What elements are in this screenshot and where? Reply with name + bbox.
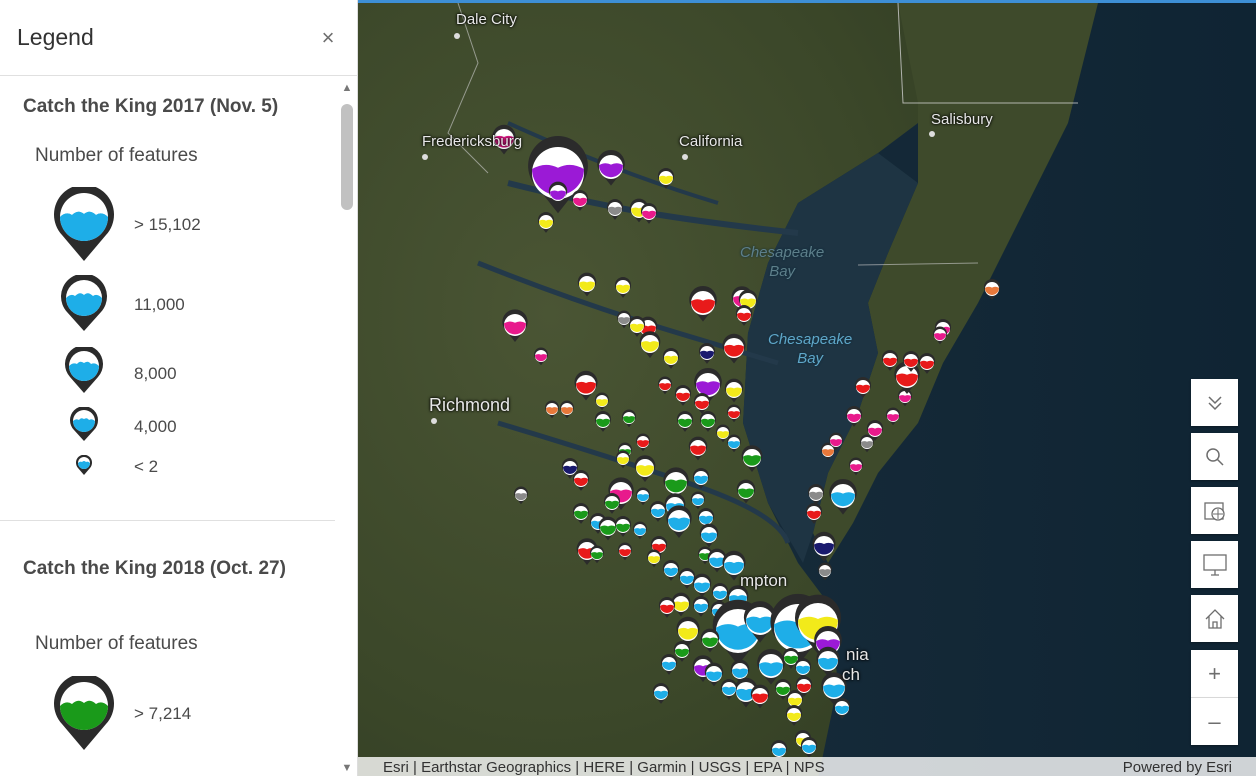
legend-row-label: > 7,214 (134, 704, 192, 723)
place-label-richmond: Richmond (429, 395, 511, 415)
legend-row-label: 11,000 (134, 295, 185, 314)
home-icon (1205, 608, 1224, 629)
pin-symbol-icon (70, 407, 98, 441)
double-chevron-down-icon (1207, 395, 1222, 410)
legend-scroll-area[interactable]: Catch the King 2017 (Nov. 5) Number of f… (0, 77, 358, 776)
legend-row: 4,000 (0, 407, 335, 443)
water-label-text: Chesapeake (740, 244, 825, 261)
pin-symbol-icon (61, 275, 107, 331)
legend-row: > 7,214 (0, 676, 335, 752)
collapse-widgets-button[interactable] (1191, 379, 1238, 426)
basemap-icon (1203, 501, 1225, 521)
legend-header: Legend × (0, 0, 358, 76)
legend-row: < 2 (0, 455, 335, 479)
water-label: Chesapeake Bay (740, 243, 824, 281)
place-label-fredericksburg: Fredericksburg (422, 133, 523, 150)
place-label-dale-city: Dale City (456, 11, 517, 28)
map-basemap (358, 3, 1256, 776)
zoom-out-button[interactable]: – (1191, 698, 1238, 745)
scrollbar-thumb[interactable] (341, 104, 353, 210)
pin-symbol-icon (76, 455, 92, 475)
monitor-icon (1202, 553, 1227, 576)
water-label-text: Chesapeake (768, 331, 853, 348)
water-label: Chesapeake Bay (768, 330, 852, 368)
home-button[interactable] (1191, 595, 1238, 642)
pin-symbol-icon (54, 676, 114, 750)
close-icon[interactable]: × (316, 26, 340, 50)
search-button[interactable] (1191, 433, 1238, 480)
section-subtitle: Number of features (35, 145, 198, 166)
water-label-text: Bay (769, 263, 796, 280)
place-label-salisbury: Salisbury (931, 111, 993, 128)
water-label-text: Bay (797, 350, 824, 367)
legend-section-2017: Catch the King 2017 (Nov. 5) Number of f… (0, 77, 335, 520)
place-label-beach: ch (842, 665, 860, 684)
pin-symbol-icon (54, 187, 114, 261)
place-label-california: California (679, 133, 743, 150)
legend-row-label: > 15,102 (134, 215, 201, 234)
legend-row: 11,000 (0, 275, 335, 333)
fullscreen-button[interactable] (1191, 541, 1238, 588)
search-icon (1205, 447, 1224, 466)
scroll-up-icon[interactable]: ▲ (340, 82, 354, 96)
legend-row-label: 4,000 (134, 417, 177, 436)
legend-title: Legend (17, 24, 94, 50)
place-label-virginia-beach: nia (846, 645, 869, 664)
section-title: Catch the King 2018 (Oct. 27) (23, 558, 286, 579)
place-label-hampton: mpton (740, 571, 788, 590)
legend-row: 8,000 (0, 347, 335, 395)
legend-row: > 15,102 (0, 187, 335, 263)
legend-section-2018: Catch the King 2018 (Oct. 27) Number of … (0, 521, 335, 776)
legend-row-label: 8,000 (134, 364, 177, 383)
basemap-gallery-button[interactable] (1191, 487, 1238, 534)
legend-panel: Legend × Catch the King 2017 (Nov. 5) Nu… (0, 0, 358, 776)
section-title: Catch the King 2017 (Nov. 5) (23, 96, 279, 117)
zoom-in-button[interactable]: + (1191, 650, 1238, 698)
scroll-down-icon[interactable]: ▼ (340, 762, 354, 776)
attribution-bar: Esri | Earthstar Geographics | HERE | Ga… (358, 757, 1256, 776)
pin-symbol-icon (65, 347, 103, 393)
map-view[interactable]: Dale City Fredericksburg California Sali… (358, 0, 1256, 776)
section-subtitle: Number of features (35, 633, 198, 654)
pin-symbol-icon (56, 765, 112, 776)
legend-row-label: < 2 (134, 457, 159, 476)
legend-row (0, 765, 335, 776)
